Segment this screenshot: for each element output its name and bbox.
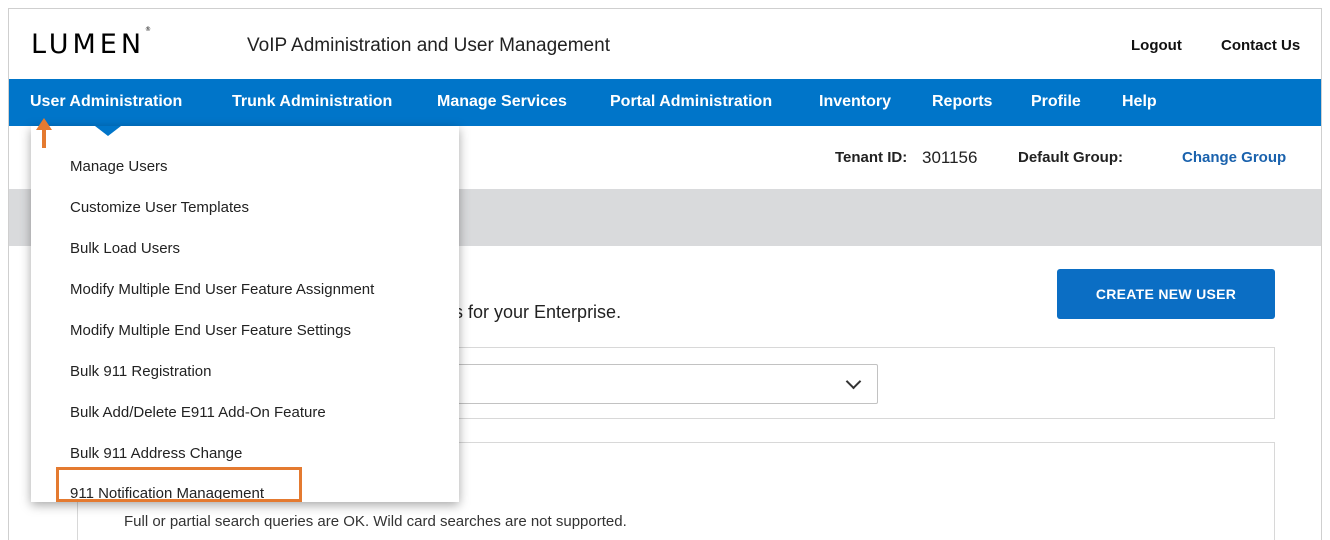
highlight-box — [56, 467, 302, 502]
app-title: VoIP Administration and User Management — [247, 35, 610, 56]
menu-item-manage-users[interactable]: Manage Users — [70, 158, 168, 175]
nav-portal-administration[interactable]: Portal Administration — [610, 93, 772, 111]
chevron-down-icon — [845, 373, 862, 390]
menu-caret — [95, 126, 121, 136]
menu-item-bulk-add-delete-e911[interactable]: Bulk Add/Delete E911 Add-On Feature — [70, 404, 326, 421]
create-new-user-button[interactable]: CREATE NEW USER — [1057, 269, 1275, 319]
menu-item-modify-feature-assignment[interactable]: Modify Multiple End User Feature Assignm… — [70, 281, 374, 298]
menu-item-modify-feature-settings[interactable]: Modify Multiple End User Feature Setting… — [70, 322, 351, 339]
nav-help[interactable]: Help — [1122, 93, 1157, 111]
nav-profile[interactable]: Profile — [1031, 93, 1081, 111]
nav-user-administration[interactable]: User Administration — [30, 93, 182, 111]
tenant-id-value: 301156 — [922, 148, 978, 167]
menu-item-bulk-load-users[interactable]: Bulk Load Users — [70, 240, 180, 257]
menu-item-customize-user-templates[interactable]: Customize User Templates — [70, 199, 249, 216]
main-nav: User Administration Trunk Administration… — [9, 79, 1321, 126]
logout-link[interactable]: Logout — [1131, 37, 1182, 54]
logo-text: LUMEN — [31, 29, 146, 60]
lumen-logo[interactable]: LUMEN® — [31, 26, 152, 60]
nav-reports[interactable]: Reports — [932, 93, 992, 111]
nav-trunk-administration[interactable]: Trunk Administration — [232, 93, 392, 111]
search-hint-text: Full or partial search queries are OK. W… — [124, 513, 627, 530]
contact-us-link[interactable]: Contact Us — [1221, 37, 1300, 54]
change-group-link[interactable]: Change Group — [1182, 149, 1286, 166]
arrow-up-icon — [36, 118, 52, 148]
default-group-label: Default Group: — [1018, 149, 1123, 166]
user-administration-menu: Manage Users Customize User Templates Bu… — [31, 126, 459, 502]
nav-manage-services[interactable]: Manage Services — [437, 93, 567, 111]
tenant-id-label: Tenant ID: — [835, 149, 908, 166]
logo-registered-mark: ® — [145, 26, 152, 33]
menu-item-bulk-911-address-change[interactable]: Bulk 911 Address Change — [70, 445, 242, 462]
header: LUMEN® VoIP Administration and User Mana… — [9, 9, 1321, 79]
nav-inventory[interactable]: Inventory — [819, 93, 891, 111]
menu-item-bulk-911-registration[interactable]: Bulk 911 Registration — [70, 363, 211, 380]
app-window: LUMEN® VoIP Administration and User Mana… — [8, 8, 1322, 540]
